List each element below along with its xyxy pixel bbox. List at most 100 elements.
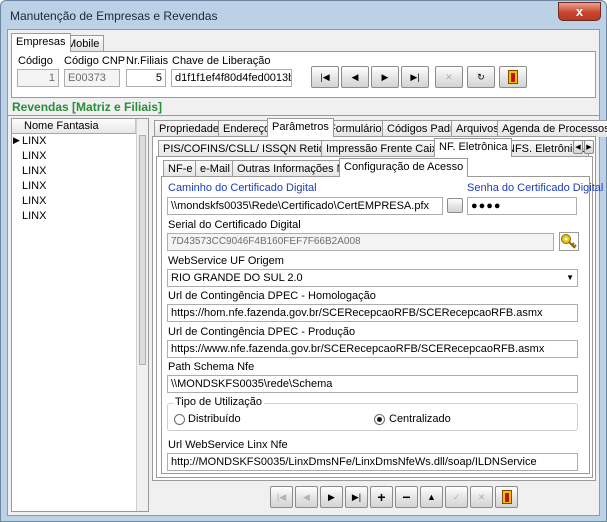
tab-empresas[interactable]: Empresas xyxy=(11,33,71,52)
tabs-scroll-right-button[interactable]: ▶ xyxy=(584,140,594,154)
cert-path-label: Caminho do Certificado Digital xyxy=(168,182,317,194)
next-record-icon: ▶ xyxy=(328,491,335,502)
nav-refresh-button[interactable]: ↻ xyxy=(467,66,495,88)
codigo-cnp-field[interactable]: E00373 xyxy=(64,69,120,87)
radio-centralizado-label: Centralizado xyxy=(389,413,451,425)
table-row[interactable]: ▶ LINX xyxy=(12,134,136,149)
tab-parametros[interactable]: Parâmetros xyxy=(267,118,334,137)
exit-door-icon xyxy=(501,490,512,504)
section-divider xyxy=(8,115,599,116)
key-button[interactable] xyxy=(559,232,579,251)
prev-record-icon: ◀ xyxy=(303,491,310,502)
tab-label: Arquivos xyxy=(456,123,499,135)
exit-button[interactable] xyxy=(499,66,527,88)
table-row[interactable]: LINX xyxy=(12,164,136,179)
dpec-prod-input[interactable]: https://www.nfe.fazenda.gov.br/SCERecepc… xyxy=(167,340,578,358)
triangle-up-icon: ▲ xyxy=(427,492,436,502)
radio-centralizado[interactable] xyxy=(374,414,385,425)
tab-nf-eletronica[interactable]: NF. Eletrônica xyxy=(434,138,513,157)
last-record-icon: ▶| xyxy=(351,491,362,502)
tab-agenda-processos[interactable]: Agenda de Processos xyxy=(497,120,607,137)
cancel-icon: ✕ xyxy=(445,71,453,82)
tab-nfe[interactable]: NF-e xyxy=(163,160,198,177)
grid-header: Nome Fantasia xyxy=(12,119,136,134)
tab-mobile-label: Mobile xyxy=(67,38,100,50)
ws-linx-label: Url WebService Linx Nfe xyxy=(168,439,288,451)
dpec-homolog-label: Url de Contingência DPEC - Homologação xyxy=(168,290,376,302)
tabs-scroll-left-button[interactable]: ◀ xyxy=(573,140,583,154)
grid-confirm-button[interactable]: ✓ xyxy=(445,486,468,508)
window-title: Manutenção de Empresas e Revendas xyxy=(10,9,218,23)
row-cell: LINX xyxy=(22,210,47,222)
client-area: Empresas Mobile Código 1 Código CNP E003… xyxy=(7,29,607,516)
nav-last-button[interactable]: ▶| xyxy=(401,66,429,88)
tab-configuracao-acesso[interactable]: Configuração de Acesso xyxy=(339,158,469,177)
grid-add-button[interactable]: + xyxy=(370,486,393,508)
app-window: Manutenção de Empresas e Revendas x Empr… xyxy=(0,0,607,522)
table-row[interactable]: LINX xyxy=(12,179,136,194)
grid-exit-button[interactable] xyxy=(495,486,518,508)
grid-edit-button[interactable]: ▲ xyxy=(420,486,443,508)
grid-prev-button[interactable]: ◀ xyxy=(295,486,318,508)
row-cell: LINX xyxy=(22,180,47,192)
nav-cancel-button[interactable]: ✕ xyxy=(435,66,463,88)
grid-scrollbar[interactable] xyxy=(136,119,148,511)
radio-distribuido[interactable] xyxy=(174,414,185,425)
empresa-header-panel: Código 1 Código CNP E00373 Nr.Filiais 5 … xyxy=(11,51,596,98)
row-cell: LINX xyxy=(22,165,47,177)
ws-uf-label: WebService UF Origem xyxy=(168,255,284,267)
tab-arquivos[interactable]: Arquivos xyxy=(451,120,504,137)
cert-path-input[interactable]: \\mondskfs0035\Rede\Certificado\CertEMPR… xyxy=(167,197,443,215)
arrow-right-icon: ▶ xyxy=(586,144,592,151)
dpec-prod-label: Url de Contingência DPEC - Produção xyxy=(168,326,356,338)
tab-label: e-Mail xyxy=(200,163,230,175)
tab-label: NF-e xyxy=(168,163,193,175)
title-bar: Manutenção de Empresas e Revendas x xyxy=(1,1,606,28)
row-cell: LINX xyxy=(22,195,47,207)
grid-remove-button[interactable]: − xyxy=(395,486,418,508)
exit-door-icon xyxy=(508,70,518,84)
table-row[interactable]: LINX xyxy=(12,209,136,224)
key-icon xyxy=(561,234,577,249)
close-icon: x xyxy=(575,4,584,19)
usage-group: Tipo de Utilização Distribuído Centraliz… xyxy=(167,396,578,431)
plus-icon: + xyxy=(377,489,386,505)
parametros-panel: PIS/COFINS/CSLL/ ISSQN Retido / INSS Imp… xyxy=(152,136,603,481)
codigo-cnp-label: Código CNP xyxy=(64,55,126,67)
codigo-field[interactable]: 1 xyxy=(17,69,59,87)
row-pointer-icon: ▶ xyxy=(13,135,20,145)
dpec-homolog-input[interactable]: https://hom.nfe.fazenda.gov.br/SCERecepc… xyxy=(167,304,578,322)
ws-uf-select[interactable]: RIO GRANDE DO SUL 2.0 ▼ xyxy=(167,269,578,287)
close-window-button[interactable]: x xyxy=(558,2,601,21)
grid-next-button[interactable]: ▶ xyxy=(320,486,343,508)
grid-scroll-thumb[interactable] xyxy=(139,135,146,365)
schema-input[interactable]: \\MONDSKFS0035\rede\Schema xyxy=(167,375,578,393)
tab-label: NF. Eletrônica xyxy=(439,141,508,153)
table-row[interactable]: LINX xyxy=(12,149,136,164)
refresh-icon: ↻ xyxy=(477,71,485,82)
cert-pass-label: Senha do Certificado Digital xyxy=(467,182,604,194)
grid-last-button[interactable]: ▶| xyxy=(345,486,368,508)
codigo-label: Código xyxy=(18,55,53,67)
nav-next-button[interactable]: ▶ xyxy=(371,66,399,88)
grid-cancel-button[interactable]: ✕ xyxy=(470,486,493,508)
nav-prev-button[interactable]: ◀ xyxy=(341,66,369,88)
prev-record-icon: ◀ xyxy=(351,71,359,82)
nr-filiais-field[interactable]: 5 xyxy=(126,69,166,87)
browse-cert-button[interactable] xyxy=(447,198,463,213)
ws-linx-input[interactable]: http://MONDSKFS0035/LinxDmsNFe/LinxDmsNf… xyxy=(167,453,578,471)
cert-password-input[interactable]: ●●●● xyxy=(467,197,577,215)
schema-label: Path Schema Nfe xyxy=(168,361,255,373)
nr-filiais-label: Nr.Filiais xyxy=(126,55,169,67)
table-row[interactable]: LINX xyxy=(12,194,136,209)
next-record-icon: ▶ xyxy=(381,71,389,82)
chave-field[interactable]: d1f1f1ef4f80d4fed0013b05 xyxy=(171,69,292,87)
tab-email[interactable]: e-Mail xyxy=(195,160,235,177)
grid-first-button[interactable]: |◀ xyxy=(270,486,293,508)
tab-label: Endereço xyxy=(223,123,271,135)
arrow-left-icon: ◀ xyxy=(575,144,581,151)
serial-input[interactable]: 7D43573CC9046F4B160FEF7F66B2A008 xyxy=(167,233,554,251)
row-cell: LINX xyxy=(22,135,47,147)
tab-impressao-frente-caixa[interactable]: Impressão Frente Caixa xyxy=(321,140,449,157)
nav-first-button[interactable]: |◀ xyxy=(311,66,339,88)
